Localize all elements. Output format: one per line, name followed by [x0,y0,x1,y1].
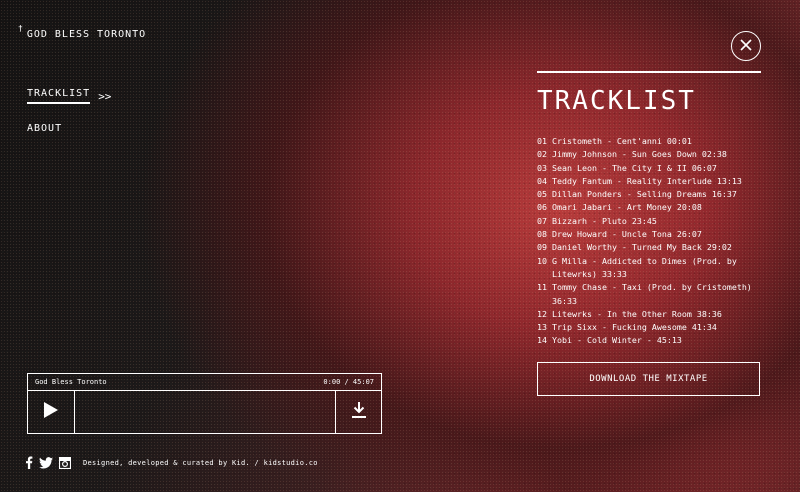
track-title: Omari Jabari - Art Money 20:08 [552,202,702,213]
twitter-icon[interactable] [39,456,53,469]
track-item[interactable]: 03 Sean Leon - The City I & II 06:07 [537,162,767,175]
facebook-icon[interactable] [25,456,33,469]
page: † GOD BLESS TORONTO TRACKLIST >> ABOUT T… [0,0,800,492]
track-item[interactable]: 12 Litewrks - In the Other Room 38:36 [537,308,767,321]
audio-player: God Bless Toronto 0:00 / 45:07 [27,373,382,434]
track-title: Bizzarh - Pluto 23:45 [552,215,657,226]
track-number: 01 [537,136,547,146]
progress-bar[interactable] [75,391,335,433]
track-number: 02 [537,149,547,160]
track-title: Drew Howard - Uncle Tona 26:07 [552,229,702,240]
track-number: 04 [537,175,547,186]
track-number: 07 [537,215,547,226]
nav-item-about[interactable]: ABOUT [27,123,111,137]
main-nav: TRACKLIST >> ABOUT [27,88,111,156]
track-number: 12 [537,308,547,319]
download-button[interactable] [335,391,381,433]
track-number: 13 [537,322,547,333]
close-icon [739,37,753,56]
track-item[interactable]: 05 Dillan Ponders - Selling Dreams 16:37 [537,188,767,201]
track-item[interactable]: 13 Trip Sixx - Fucking Awesome 41:34 [537,321,767,334]
track-item[interactable]: 06 Omari Jabari - Art Money 20:08 [537,201,767,214]
track-item[interactable]: 04 Teddy Fantum - Reality Interlude 13:13 [537,175,767,188]
track-item[interactable]: 10 G Milla - Addicted to Dimes (Prod. by … [537,255,767,282]
track-item[interactable]: 11 Tommy Chase - Taxi (Prod. by Cristomet… [537,281,767,308]
track-title: Teddy Fantum - Reality Interlude 13:13 [552,175,742,186]
track-item[interactable]: 07 Bizzarh - Pluto 23:45 [537,215,767,228]
panel-title: TRACKLIST [537,86,696,116]
tracklist: 01 Cristometh - Cent'anni 00:01 02 Jimmy J… [537,135,767,348]
track-item[interactable]: 14 Yobi - Cold Winter - 45:13 [537,334,767,347]
track-item[interactable]: 09 Daniel Worthy - Turned My Back 29:02 [537,241,767,254]
track-title: Trip Sixx - Fucking Awesome 41:34 [552,322,717,333]
track-title: Cristometh - Cent'anni 00:01 [552,136,692,146]
divider [537,71,761,73]
download-icon [350,401,368,423]
player-controls [28,391,381,433]
dagger-mark: † [18,24,24,33]
player-time: 0:00 / 45:07 [323,378,374,386]
footer-credits: Designed, developed & curated by Kid. / … [83,458,318,467]
player-header: God Bless Toronto 0:00 / 45:07 [28,374,381,391]
track-number: 10 [537,255,547,266]
nav-item-label: TRACKLIST [27,88,91,104]
track-number: 05 [537,189,547,200]
track-title: Jimmy Johnson - Sun Goes Down 02:38 [552,149,727,160]
track-number: 09 [537,242,547,253]
track-number: 08 [537,229,547,240]
play-button[interactable] [28,391,75,433]
player-title: God Bless Toronto [35,378,107,386]
track-title: Dillan Ponders - Selling Dreams 16:37 [552,189,737,200]
track-title: Litewrks - In the Other Room 38:36 [552,308,722,319]
track-item[interactable]: 01 Cristometh - Cent'anni 00:01 [537,135,767,148]
footer: Designed, developed & curated by Kid. / … [25,456,318,469]
play-icon [43,401,59,423]
track-title: Sean Leon - The City I & II 06:07 [552,162,717,173]
track-title: G Milla - Addicted to Dimes (Prod. by Li… [552,255,737,279]
download-mixtape-button[interactable]: DOWNLOAD THE MIXTAPE [537,362,760,396]
track-number: 06 [537,202,547,213]
nav-item-label: ABOUT [27,123,63,134]
site-title: GOD BLESS TORONTO [26,29,147,40]
track-title: Tommy Chase - Taxi (Prod. by Cristometh)… [552,282,752,306]
instagram-icon[interactable] [59,456,71,469]
track-number: 14 [537,335,547,346]
nav-item-tracklist[interactable]: TRACKLIST >> [27,88,111,104]
social-links [25,456,71,469]
track-title: Yobi - Cold Winter - 45:13 [552,335,682,346]
track-item[interactable]: 08 Drew Howard - Uncle Tona 26:07 [537,228,767,241]
track-title: Daniel Worthy - Turned My Back 29:02 [552,242,732,253]
site-logo[interactable]: † GOD BLESS TORONTO [18,24,147,40]
close-button[interactable] [731,31,761,61]
track-number: 03 [537,162,547,173]
double-chevron-right-icon: >> [98,89,112,103]
track-number: 11 [537,282,547,293]
track-item[interactable]: 02 Jimmy Johnson - Sun Goes Down 02:38 [537,148,767,161]
